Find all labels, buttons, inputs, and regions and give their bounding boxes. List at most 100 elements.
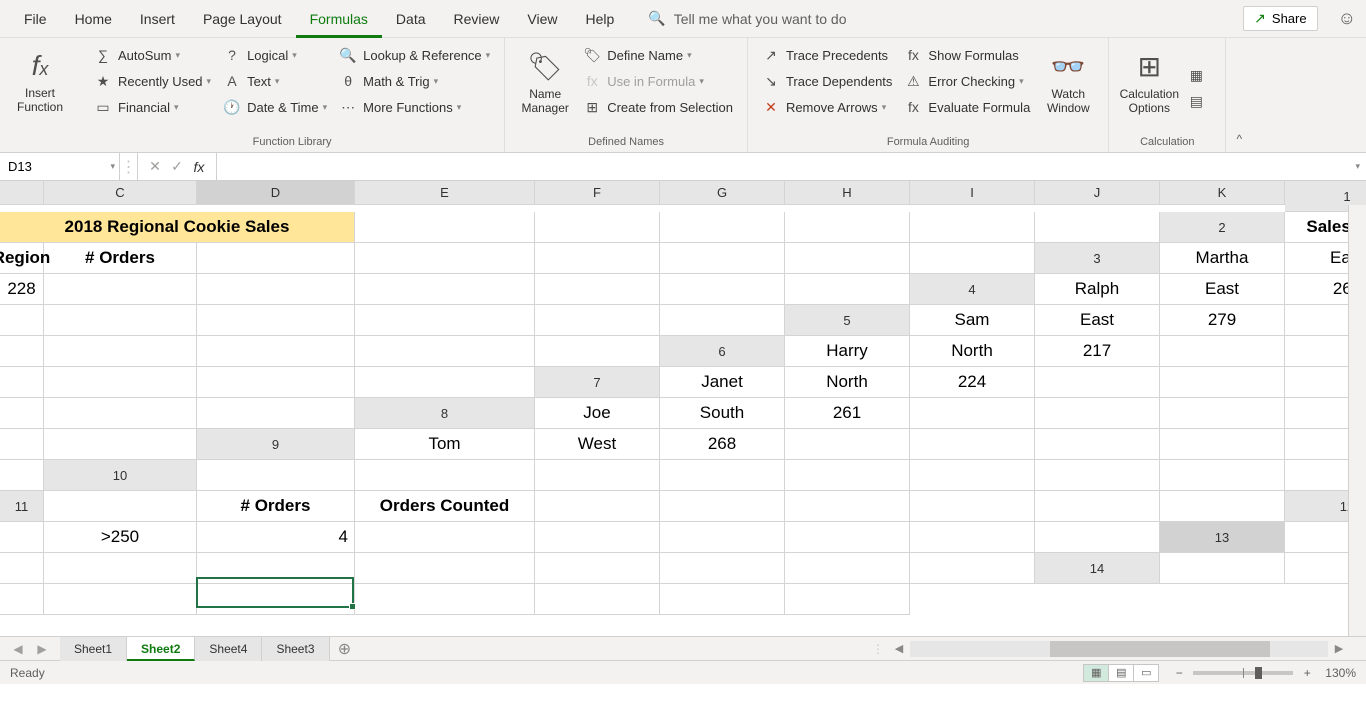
cell-F10[interactable]: [660, 460, 785, 491]
column-header-H[interactable]: H: [785, 181, 910, 205]
cell-H13[interactable]: [535, 553, 660, 584]
normal-view-button[interactable]: ▦: [1083, 664, 1109, 682]
cell-D13[interactable]: [0, 553, 44, 584]
cell-F3[interactable]: [44, 274, 197, 305]
cell-I4[interactable]: [355, 305, 535, 336]
name-box-dropdown-icon[interactable]: ▾: [110, 161, 115, 172]
insert-function-button[interactable]: fx Insert Function: [8, 42, 72, 152]
menu-tab-data[interactable]: Data: [382, 0, 440, 38]
cell-F8[interactable]: [910, 398, 1035, 429]
cell-I12[interactable]: [785, 522, 910, 553]
zoom-percent[interactable]: 130%: [1325, 666, 1356, 680]
name-box-input[interactable]: [0, 159, 119, 174]
spreadsheet-grid[interactable]: CDEFGHIJK12018 Regional Cookie Sales2Sal…: [0, 181, 1366, 636]
cell-E13[interactable]: [44, 553, 197, 584]
cell-H8[interactable]: [1160, 398, 1285, 429]
financial-button[interactable]: ▭Financial▾: [88, 94, 217, 120]
column-header-I[interactable]: I: [910, 181, 1035, 205]
cell-F1[interactable]: [355, 212, 535, 243]
cell-H11[interactable]: [785, 491, 910, 522]
cell-H1[interactable]: [660, 212, 785, 243]
cell-I2[interactable]: [660, 243, 785, 274]
cell-K13[interactable]: [910, 553, 1035, 584]
cell-G2[interactable]: [355, 243, 535, 274]
cell-H3[interactable]: [355, 274, 535, 305]
cell-D4[interactable]: East: [1160, 274, 1285, 305]
tell-me-search[interactable]: 🔍 Tell me what you want to do: [648, 10, 846, 27]
cell-J13[interactable]: [785, 553, 910, 584]
zoom-slider[interactable]: [1193, 671, 1293, 675]
cell-C7[interactable]: Janet: [660, 367, 785, 398]
page-break-view-button[interactable]: ▭: [1133, 664, 1159, 682]
cell-H6[interactable]: [0, 367, 44, 398]
more-functions-button[interactable]: ⋯More Functions▾: [333, 94, 496, 120]
lookup-reference-button[interactable]: 🔍Lookup & Reference▾: [333, 42, 496, 68]
cell-C6[interactable]: Harry: [785, 336, 910, 367]
sheet-tab-sheet2[interactable]: Sheet2: [127, 637, 195, 661]
cell-G13[interactable]: [355, 553, 535, 584]
evaluate-formula-button[interactable]: fxEvaluate Formula: [898, 94, 1036, 120]
cell-D12[interactable]: >250: [44, 522, 197, 553]
sheet-tab-sheet1[interactable]: Sheet1: [60, 637, 127, 661]
column-header-J[interactable]: J: [1035, 181, 1160, 205]
cell-E7[interactable]: 224: [910, 367, 1035, 398]
cell-G11[interactable]: [660, 491, 785, 522]
cell-J12[interactable]: [910, 522, 1035, 553]
row-header-5[interactable]: 5: [785, 305, 910, 336]
sheet-tab-sheet4[interactable]: Sheet4: [195, 637, 262, 661]
cell-J3[interactable]: [660, 274, 785, 305]
menu-tab-insert[interactable]: Insert: [126, 0, 189, 38]
name-box[interactable]: ▾: [0, 153, 120, 180]
cell-H5[interactable]: [44, 336, 197, 367]
row-header-11[interactable]: 11: [0, 491, 44, 522]
cell-D9[interactable]: West: [535, 429, 660, 460]
cell-D8[interactable]: South: [660, 398, 785, 429]
sheet-tab-sheet3[interactable]: Sheet3: [262, 637, 329, 661]
formula-bar[interactable]: ▾: [217, 153, 1366, 180]
cell-C4[interactable]: Ralph: [1035, 274, 1160, 305]
cell-I5[interactable]: [197, 336, 355, 367]
create-from-selection-button[interactable]: ⊞Create from Selection: [577, 94, 739, 120]
cell-F2[interactable]: [197, 243, 355, 274]
cell-E8[interactable]: 261: [785, 398, 910, 429]
cell-K11[interactable]: [1160, 491, 1285, 522]
menu-tab-home[interactable]: Home: [61, 0, 126, 38]
cell-E14[interactable]: [0, 584, 44, 615]
cell-C9[interactable]: Tom: [355, 429, 535, 460]
zoom-in-button[interactable]: +: [1299, 666, 1315, 680]
cell-K1[interactable]: [1035, 212, 1160, 243]
share-button[interactable]: ↗ Share: [1243, 6, 1317, 31]
page-layout-view-button[interactable]: ▤: [1108, 664, 1134, 682]
cell-K4[interactable]: [660, 305, 785, 336]
date-time-button[interactable]: 🕐Date & Time▾: [217, 94, 333, 120]
cell-D2[interactable]: Region: [0, 243, 44, 274]
feedback-smile-icon[interactable]: ☺: [1338, 8, 1356, 29]
row-header-10[interactable]: 10: [44, 460, 197, 491]
cell-E9[interactable]: 268: [660, 429, 785, 460]
cell-D6[interactable]: North: [910, 336, 1035, 367]
autosum-button[interactable]: ∑AutoSum▾: [88, 42, 217, 68]
cell-F6[interactable]: [1160, 336, 1285, 367]
cell-I1[interactable]: [785, 212, 910, 243]
cell-J14[interactable]: [660, 584, 785, 615]
cell-J5[interactable]: [355, 336, 535, 367]
cell-G1[interactable]: [535, 212, 660, 243]
calc-now-button[interactable]: ▦: [1181, 62, 1217, 88]
calc-sheet-button[interactable]: ▤: [1181, 88, 1217, 114]
cell-G12[interactable]: [535, 522, 660, 553]
cell-K12[interactable]: [1035, 522, 1160, 553]
cell-F12[interactable]: [355, 522, 535, 553]
add-sheet-button[interactable]: ⊕: [330, 639, 360, 659]
cell-F13[interactable]: [197, 553, 355, 584]
cell-J2[interactable]: [785, 243, 910, 274]
cell-E12[interactable]: 4: [197, 522, 355, 553]
trace-dependents-button[interactable]: ↘Trace Dependents: [756, 68, 898, 94]
calculation-options-button[interactable]: ⊞ Calculation Options: [1117, 42, 1181, 134]
cell-K2[interactable]: [910, 243, 1035, 274]
row-header-6[interactable]: 6: [660, 336, 785, 367]
column-header-D[interactable]: D: [197, 181, 355, 205]
fx-button-icon[interactable]: fx: [188, 159, 210, 175]
remove-arrows-button[interactable]: ✕Remove Arrows▾: [756, 94, 898, 120]
trace-precedents-button[interactable]: ↗Trace Precedents: [756, 42, 898, 68]
formula-bar-expand-icon[interactable]: ▾: [1355, 161, 1360, 172]
